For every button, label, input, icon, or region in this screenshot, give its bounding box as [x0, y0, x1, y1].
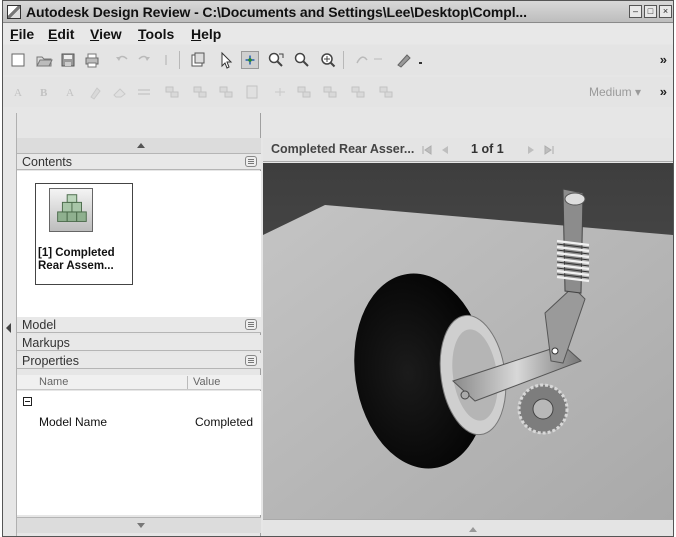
app-window: Autodesk Design Review - C:\Documents an… [2, 0, 674, 537]
toolbar2-overflow-button[interactable]: » [660, 84, 667, 99]
align-middle-icon[interactable] [295, 83, 313, 101]
print-icon[interactable] [83, 51, 101, 69]
properties-grid: Model Name Completed [17, 391, 261, 515]
bring-front-icon[interactable] [349, 83, 367, 101]
line-weight-icon[interactable] [135, 83, 153, 101]
panel-scroll-down-button[interactable] [17, 517, 261, 533]
redo-extra-icon[interactable] [157, 51, 175, 69]
line-style-dropdown[interactable]: Medium ▾ [589, 85, 641, 99]
publish-icon[interactable] [189, 51, 207, 69]
first-page-icon[interactable] [421, 144, 433, 156]
svg-text:A: A [14, 87, 22, 99]
viewer-scroll-bar[interactable] [263, 519, 673, 536]
maximize-button[interactable]: □ [644, 5, 657, 18]
font-icon[interactable]: A [9, 83, 27, 101]
contents-list: [1] Completed Rear Assem... [17, 171, 261, 317]
value-column-header[interactable]: Value [193, 376, 220, 388]
orbit-dropdown-icon[interactable] [371, 51, 389, 69]
eraser-icon[interactable] [111, 83, 129, 101]
orbit-icon[interactable] [353, 51, 371, 69]
zoom-icon[interactable] [293, 51, 311, 69]
chevron-up-icon [469, 527, 477, 532]
properties-header[interactable]: Properties [17, 353, 261, 369]
thumbnail-label: [1] Completed Rear Assem... [38, 247, 115, 272]
name-column-header[interactable]: Name [39, 376, 68, 388]
align-left-icon[interactable] [163, 83, 181, 101]
align-center-icon[interactable] [191, 83, 209, 101]
minimize-button[interactable]: – [629, 5, 642, 18]
last-page-icon[interactable] [543, 144, 555, 156]
redo-icon[interactable] [135, 51, 153, 69]
bold-icon[interactable]: B [35, 83, 53, 101]
align-top-icon[interactable] [243, 83, 261, 101]
new-icon[interactable] [9, 51, 27, 69]
chevron-up-icon [137, 143, 145, 148]
previous-page-icon[interactable] [439, 144, 451, 156]
menu-bar: File Edit View Tools Help [3, 24, 673, 44]
markups-header[interactable]: Markups [17, 335, 261, 351]
markup-toolbar: A B A Medium ▾ » [3, 77, 673, 107]
app-icon [7, 5, 21, 19]
panel-options-icon[interactable] [245, 319, 257, 330]
distribute-icon[interactable] [271, 83, 289, 101]
main-toolbar: » [3, 45, 673, 75]
group-icon[interactable] [321, 83, 339, 101]
model-header[interactable]: Model [17, 317, 261, 333]
open-icon[interactable] [35, 51, 53, 69]
text-color-icon[interactable]: A [61, 83, 79, 101]
navigator-panel: Contents [1] Completed Rear Assem... Mod… [17, 113, 261, 536]
property-name: Model Name [39, 415, 108, 429]
send-back-icon[interactable] [377, 83, 395, 101]
menu-help[interactable]: Help [191, 26, 221, 42]
panel-scroll-up-button[interactable] [17, 138, 261, 154]
panel-options-icon[interactable] [245, 156, 257, 167]
next-page-icon[interactable] [525, 144, 537, 156]
highlight-icon[interactable] [87, 83, 105, 101]
menu-edit[interactable]: Edit [48, 26, 74, 42]
menu-file[interactable]: File [10, 26, 34, 42]
page-indicator: 1 of 1 [471, 142, 504, 156]
markup-tool-icon[interactable] [395, 51, 413, 69]
sheet-thumbnail[interactable]: [1] Completed Rear Assem... [35, 183, 133, 285]
close-button[interactable]: × [659, 5, 672, 18]
pan-icon[interactable] [241, 51, 259, 69]
undo-icon[interactable] [113, 51, 131, 69]
align-right-icon[interactable] [217, 83, 235, 101]
panel-collapse-strip[interactable] [3, 113, 17, 536]
contents-header[interactable]: Contents [17, 154, 261, 170]
zoom-fit-icon[interactable] [319, 51, 337, 69]
toolbar-overflow-button[interactable]: » [660, 52, 667, 67]
markup-dropdown-icon[interactable] [413, 51, 431, 69]
svg-text:A: A [66, 87, 74, 99]
panel-options-icon[interactable] [245, 355, 257, 366]
chevron-down-icon [137, 523, 145, 528]
rear-assembly-model [263, 163, 673, 519]
zoom-rectangle-icon[interactable] [267, 51, 285, 69]
select-arrow-icon[interactable] [217, 51, 235, 69]
collapse-group-icon[interactable] [23, 397, 32, 406]
model-canvas[interactable] [263, 163, 673, 519]
sheet-title: Completed Rear Asser... [271, 142, 415, 156]
collapse-left-icon[interactable] [6, 323, 11, 333]
property-value: Completed [195, 415, 254, 429]
svg-text:B: B [40, 87, 48, 99]
menu-view[interactable]: View [90, 26, 122, 42]
title-bar: Autodesk Design Review - C:\Documents an… [3, 1, 673, 23]
sheet-tab-bar: Completed Rear Asser... 1 of 1 [263, 138, 673, 162]
properties-column-headers: Name Value [17, 375, 261, 390]
save-icon[interactable] [59, 51, 77, 69]
model-thumbnail-icon [49, 188, 93, 232]
menu-tools[interactable]: Tools [138, 26, 174, 42]
window-title: Autodesk Design Review - C:\Documents an… [26, 4, 527, 20]
